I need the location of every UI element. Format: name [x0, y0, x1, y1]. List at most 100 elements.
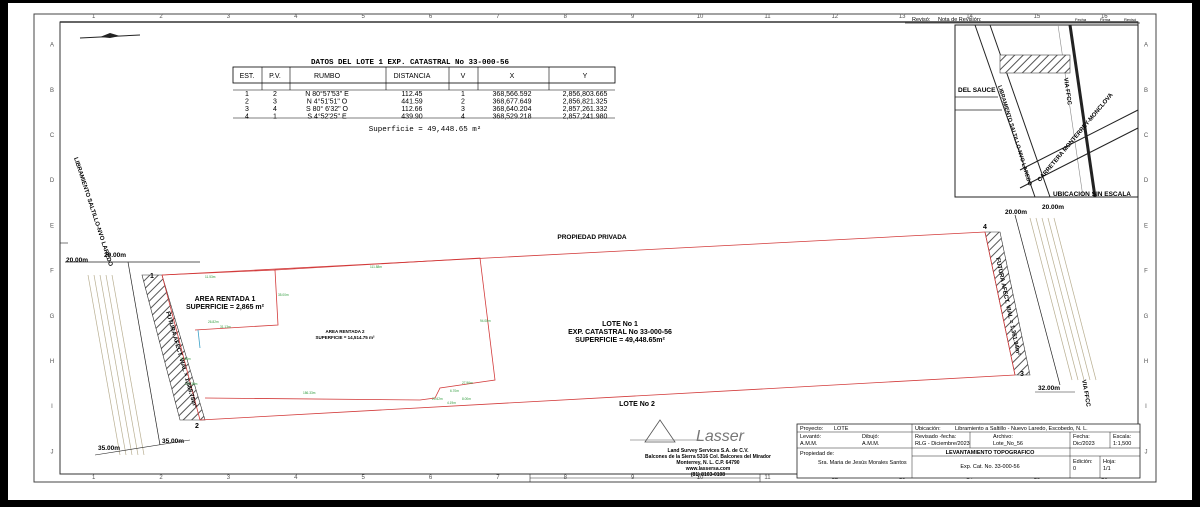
- company-logo: Lasser: [696, 428, 745, 445]
- dim-bottom-3: 6.70m: [450, 389, 459, 393]
- grid-row-right-J: J: [1145, 449, 1148, 455]
- dibujo-value: A.M.M.: [862, 441, 880, 447]
- grid-col-top-13: 13: [899, 14, 906, 20]
- title-block: Proyecto: LOTE Ubicación: Libramiento a …: [796, 423, 1141, 479]
- grid-row-right-B: B: [1144, 88, 1148, 94]
- exp-value: Exp. Cat. No. 33-000-56: [960, 464, 1019, 470]
- grid-col-top-10: 10: [697, 14, 704, 20]
- levanto-value: A.M.M.: [800, 441, 818, 447]
- lote1-line1: LOTE No 1: [602, 321, 638, 328]
- vertex-1: 1: [150, 273, 154, 280]
- grid-row-right-F: F: [1144, 269, 1148, 275]
- table-cell: 368,677.649: [493, 99, 532, 106]
- grid-col-bottom-11: 11: [764, 475, 771, 481]
- table-header-cell: RUMBO: [314, 73, 341, 80]
- table-cell: 1: [461, 91, 465, 98]
- lote1-line2: EXP. CATASTRAL No 33-000-56: [568, 329, 672, 336]
- fecha-value: Dic/2023: [1073, 441, 1095, 447]
- table-cell: 2,856,821.325: [563, 99, 608, 106]
- survey-plan-sheet: 1122334455667788991010111112121313141415…: [8, 3, 1192, 500]
- propietario-value: Sra. Maria de Jesús Morales Santos: [818, 460, 907, 466]
- grid-row-right-G: G: [1144, 314, 1149, 320]
- table-cell: 4: [461, 114, 465, 121]
- table-cell: 439.90: [401, 114, 423, 121]
- propiedad-privada-label: PROPIEDAD PRIVADA: [557, 234, 627, 241]
- table-header-cell: P.V.: [269, 73, 281, 80]
- table-title: DATOS DEL LOTE 1 EXP. CATASTRAL No 33-00…: [311, 59, 510, 67]
- area2-line2: SUPERFICIE = 14,514.75 m²: [316, 335, 375, 340]
- hoja-label: Hoja:: [1103, 459, 1116, 465]
- lote1-line3: SUPERFICIE = 49,448.65m²: [575, 337, 665, 344]
- table-header-cell: DISTANCIA: [394, 73, 431, 80]
- archivo-value: Lote_No_56: [993, 441, 1023, 447]
- revisado-value: RLG - Diciembre/2023: [915, 441, 970, 447]
- table-header-cell: Y: [583, 73, 588, 80]
- vertex-3: 3: [1020, 371, 1024, 378]
- location-map: DEL SAUCE LIBRAMIENTO SALTILLO-NVO LARED…: [954, 24, 1139, 198]
- dim-bottom-1: 186.33m: [303, 391, 316, 395]
- table-cell: 368,529.218: [493, 114, 532, 121]
- grid-row-left-C: C: [50, 133, 55, 139]
- grid-row-left-G: G: [50, 314, 55, 320]
- grid-col-top-15: 15: [1034, 14, 1041, 20]
- ubicacion-value: Libramiento a Saltillo - Nuevo Laredo, E…: [955, 426, 1088, 432]
- grid-row-left-A: A: [50, 43, 54, 49]
- firma-header: Firma: [1100, 17, 1111, 22]
- dibujo-label: Dibujó:: [862, 434, 880, 440]
- grid-row-right-C: C: [1144, 133, 1149, 139]
- grid-row-right-E: E: [1144, 223, 1148, 229]
- table-header-cell: V: [461, 73, 466, 80]
- grid-row-left-E: E: [50, 223, 54, 229]
- table-cell: N 4°51'51" O: [307, 98, 348, 106]
- area1-line1: AREA RENTADA 1: [195, 296, 256, 303]
- reviso-header: Revisó: [1124, 17, 1137, 22]
- table-cell: 1: [245, 91, 249, 98]
- table-superficie: Superficie = 49,448.65 m²: [369, 125, 482, 134]
- table-cell: 2: [461, 99, 465, 106]
- table-header-cell: EST.: [240, 73, 255, 80]
- grid-row-right-A: A: [1144, 43, 1148, 49]
- edicion-label: Edición:: [1073, 459, 1093, 465]
- dim-bottom-5: 4.19m: [447, 401, 456, 405]
- dim-20-c: 20.00m: [1005, 209, 1027, 216]
- levanto-label: Levantó:: [800, 434, 822, 440]
- table-cell: 2,857,261.332: [563, 106, 608, 113]
- table-cell: 4: [245, 114, 249, 121]
- grid-col-top-12: 12: [831, 14, 838, 20]
- dim-32: 32.00m: [1038, 385, 1060, 392]
- table-cell: 3: [461, 106, 465, 113]
- archivo-label: Archivo:: [993, 434, 1013, 440]
- table-cell: 3: [245, 106, 249, 113]
- table-cell: 3: [273, 99, 277, 106]
- propiedad-label: Propiedad de:: [800, 451, 835, 457]
- dim-area1-2: 31.13m: [220, 325, 231, 329]
- table-cell: 2: [245, 99, 249, 106]
- dim-bottom-6: 8.00m: [462, 397, 471, 401]
- table-cell: N 80°57'53" E: [305, 90, 349, 98]
- dim-35-a: 35.00m: [98, 445, 120, 452]
- lote2-label: LOTE No 2: [619, 401, 655, 408]
- table-cell: 4: [273, 106, 277, 113]
- table-cell: 112.66: [402, 106, 423, 113]
- edicion-value: 0: [1073, 466, 1076, 472]
- grid-row-left-D: D: [50, 178, 55, 184]
- proyecto-value: LOTE: [834, 426, 849, 432]
- revisado-label: Revisado -fecha:: [915, 434, 957, 440]
- company-phone: (81) 8103-0108: [691, 472, 725, 478]
- table-header-cell: X: [510, 73, 515, 80]
- grid-row-left-B: B: [50, 88, 54, 94]
- table-cell: 2: [273, 91, 277, 98]
- fecha-label: Fecha:: [1073, 434, 1090, 440]
- table-cell: S 4°52'25" E: [307, 113, 347, 121]
- escala-value: 1:1,500: [1113, 441, 1131, 447]
- vertex-4: 4: [983, 224, 987, 231]
- dim-top-1: 111.88m: [370, 265, 382, 269]
- vertex-2: 2: [195, 423, 199, 430]
- levantamiento-title: LEVANTAMIENTO TOPOGRAFICO: [946, 450, 1036, 456]
- loc-caption: UBICACION SIN ESCALA: [1053, 191, 1131, 198]
- fecha-header: Fecha: [1075, 17, 1087, 22]
- dim-20-a: 20.00m: [66, 257, 88, 264]
- grid-col-top-11: 11: [764, 14, 771, 20]
- grid-row-left-J: J: [51, 449, 54, 455]
- table-cell: 2,856,803.665: [563, 91, 608, 98]
